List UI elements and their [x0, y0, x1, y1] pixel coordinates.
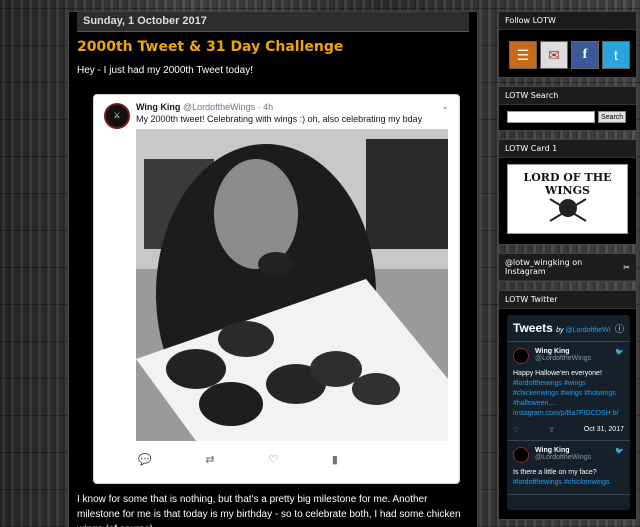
- tweet-actions: 💬 ⇄ ♡ ▮: [138, 453, 338, 466]
- widget-title: @lotw_wingking on Instagram ✂: [499, 254, 636, 281]
- rss-icon[interactable]: ☰: [509, 41, 537, 69]
- sidebar: Follow LOTW ☰ ✉ f t LOTW Search Search L…: [498, 11, 637, 527]
- info-icon[interactable]: ⓘ: [615, 322, 624, 335]
- tweet-photo[interactable]: [136, 129, 448, 441]
- search-widget: LOTW Search Search: [498, 86, 637, 131]
- widget-title: Follow LOTW: [499, 12, 636, 30]
- like-icon[interactable]: ♡: [268, 453, 278, 466]
- post-title[interactable]: 2000th Tweet & 31 Day Challenge: [77, 39, 477, 55]
- widget-title: LOTW Search: [499, 87, 636, 105]
- avatar[interactable]: [513, 447, 529, 463]
- timeline-title: Tweets: [513, 321, 553, 335]
- tweet-body: Happy Hallowe'en everyone! #lordofthewin…: [513, 369, 624, 419]
- tweet-name[interactable]: Wing King: [535, 348, 624, 355]
- tweet-text: Is there a little on my face?: [513, 469, 597, 476]
- post-body-text: I know for some that is nothing, but tha…: [77, 494, 461, 527]
- twitter-timeline[interactable]: Tweets by @LordoftheWi ⓘ Wing King @Lord…: [507, 315, 630, 510]
- tweet-author-name[interactable]: Wing King: [136, 102, 180, 112]
- chevron-down-icon[interactable]: ⌄: [441, 101, 449, 112]
- tweet-text: Happy Hallowe'en everyone!: [513, 370, 602, 377]
- tweet-author[interactable]: Wing King @LordoftheWings · 4h: [136, 102, 273, 112]
- instagram-widget: @lotw_wingking on Instagram ✂: [498, 253, 637, 282]
- facebook-icon[interactable]: f: [571, 41, 599, 69]
- search-button[interactable]: Search: [598, 111, 627, 123]
- blog-post-column: Sunday, 1 October 2017 2000th Tweet & 31…: [68, 11, 478, 527]
- tweet-links[interactable]: #lordofthewings #chickenwings: [513, 479, 610, 486]
- timeline-handle-link[interactable]: @LordoftheWi: [566, 327, 611, 334]
- tweet-avatar[interactable]: ⚔: [104, 103, 130, 129]
- lotw-card-image[interactable]: LORD OF THE WINGS: [507, 164, 628, 234]
- tweet-name[interactable]: Wing King: [535, 447, 624, 454]
- tweet-links[interactable]: #lordofthewings #wings #chickenwings #wi…: [513, 380, 618, 417]
- stats-icon[interactable]: ▮: [332, 453, 338, 466]
- embedded-tweet[interactable]: ⚔ Wing King @LordoftheWings · 4h ⌄ My 20…: [93, 94, 460, 484]
- search-input[interactable]: [507, 111, 595, 123]
- twitter-icon[interactable]: t: [602, 41, 630, 69]
- post-intro: Hey - I just had my 2000th Tweet today!: [77, 65, 254, 76]
- tweet-handle[interactable]: @LordoftheWings: [535, 355, 624, 362]
- share-icon[interactable]: ⇪: [549, 426, 555, 434]
- twitter-bird-icon[interactable]: 🐦: [615, 447, 624, 455]
- widget-title: LOTW Twitter: [499, 291, 636, 309]
- retweet-icon[interactable]: ⇄: [205, 453, 214, 466]
- reply-icon[interactable]: 💬: [138, 453, 152, 466]
- date-header: Sunday, 1 October 2017: [77, 12, 469, 32]
- twitter-widget: LOTW Twitter Tweets by @LordoftheWi ⓘ Wi…: [498, 290, 637, 520]
- twitter-bird-icon[interactable]: 🐦: [615, 348, 624, 356]
- timeline-tweet[interactable]: Wing King @LordoftheWings 🐦 Is there a l…: [507, 441, 630, 495]
- wings-photo-illustration: [136, 129, 448, 441]
- skull-logo-icon: [548, 198, 587, 222]
- tweet-body: Is there a little on my face? #lordofthe…: [513, 468, 624, 488]
- card-logo-text: LORD OF THE WINGS: [523, 171, 612, 197]
- follow-icons: ☰ ✉ f t: [499, 30, 636, 77]
- avatar[interactable]: [513, 348, 529, 364]
- instagram-title[interactable]: @lotw_wingking on Instagram: [505, 258, 623, 276]
- tweet-handle[interactable]: @LordoftheWings: [535, 454, 624, 461]
- tools-icon[interactable]: ✂: [623, 263, 630, 272]
- tweet-author-handle[interactable]: @LordoftheWings · 4h: [183, 102, 273, 112]
- timeline-by: by @LordoftheWi: [556, 327, 610, 334]
- timeline-by-label: by: [556, 327, 564, 334]
- timeline-header: Tweets by @LordoftheWi ⓘ: [507, 315, 630, 342]
- like-icon[interactable]: ♡: [513, 426, 519, 434]
- tweet-text: My 2000th tweet! Celebrating with wings …: [136, 114, 423, 124]
- card-widget: LOTW Card 1 LORD OF THE WINGS: [498, 139, 637, 245]
- timeline-tweet[interactable]: Wing King @LordoftheWings 🐦 Happy Hallow…: [507, 342, 630, 441]
- tweet-footer: ♡ ⇪ Oct 31, 2017: [513, 426, 624, 434]
- search-row: Search: [499, 105, 636, 130]
- tweet-date[interactable]: Oct 31, 2017: [584, 426, 624, 434]
- follow-widget: Follow LOTW ☰ ✉ f t: [498, 11, 637, 78]
- widget-title: LOTW Card 1: [499, 140, 636, 158]
- email-icon[interactable]: ✉: [540, 41, 568, 69]
